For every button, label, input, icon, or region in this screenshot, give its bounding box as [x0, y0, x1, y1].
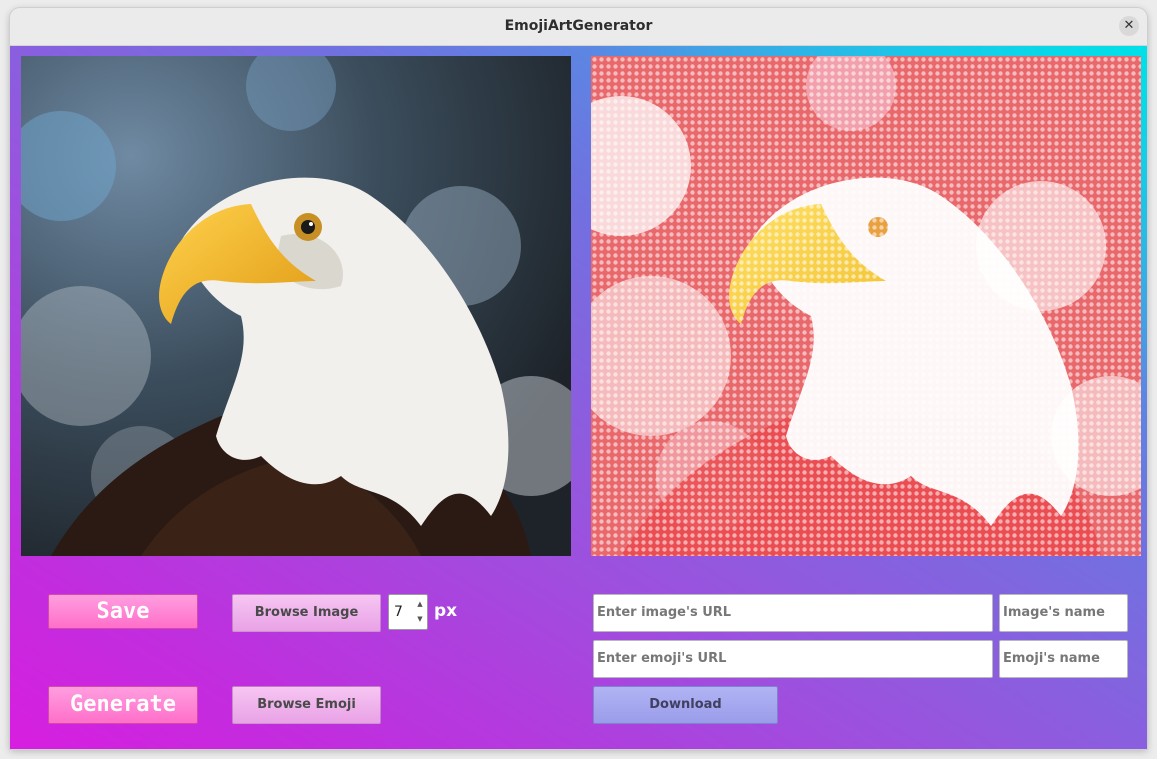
spinner-up-icon[interactable]: ▲ [415, 597, 425, 612]
download-button-label: Download [649, 697, 722, 712]
browse-image-label: Browse Image [254, 605, 359, 620]
close-button[interactable]: ✕ [1119, 16, 1139, 36]
original-image-preview [21, 56, 571, 556]
generate-button-label: Generate [70, 692, 176, 717]
pixel-size-spinner[interactable]: 7 ▲ ▼ [388, 594, 428, 630]
browse-image-button[interactable]: Browse Image [232, 594, 381, 632]
browse-emoji-label: Browse Emoji [257, 697, 356, 712]
save-button[interactable]: Save [48, 594, 198, 629]
generate-button[interactable]: Generate [48, 686, 198, 724]
emoji-url-input[interactable]: Enter emoji's URL [593, 640, 993, 678]
save-button-label: Save [96, 599, 150, 624]
emoji-name-input[interactable]: Emoji's name [999, 640, 1128, 678]
main-content: Save Browse Image 7 ▲ ▼ px Generate Brow… [10, 46, 1147, 749]
browse-emoji-button[interactable]: Browse Emoji [232, 686, 381, 724]
window-title: EmojiArtGenerator [504, 18, 653, 34]
download-button[interactable]: Download [593, 686, 778, 724]
image-url-input[interactable]: Enter image's URL [593, 594, 993, 632]
title-bar: EmojiArtGenerator ✕ [10, 8, 1147, 46]
spinner-down-icon[interactable]: ▼ [415, 612, 425, 627]
image-name-input[interactable]: Image's name [999, 594, 1128, 632]
emoji-art-preview [591, 56, 1141, 556]
pixel-size-unit: px [434, 601, 458, 621]
app-window: EmojiArtGenerator ✕ Save Browse Image 7 … [10, 8, 1147, 749]
close-icon: ✕ [1123, 18, 1135, 33]
pixel-size-value: 7 [394, 604, 403, 620]
